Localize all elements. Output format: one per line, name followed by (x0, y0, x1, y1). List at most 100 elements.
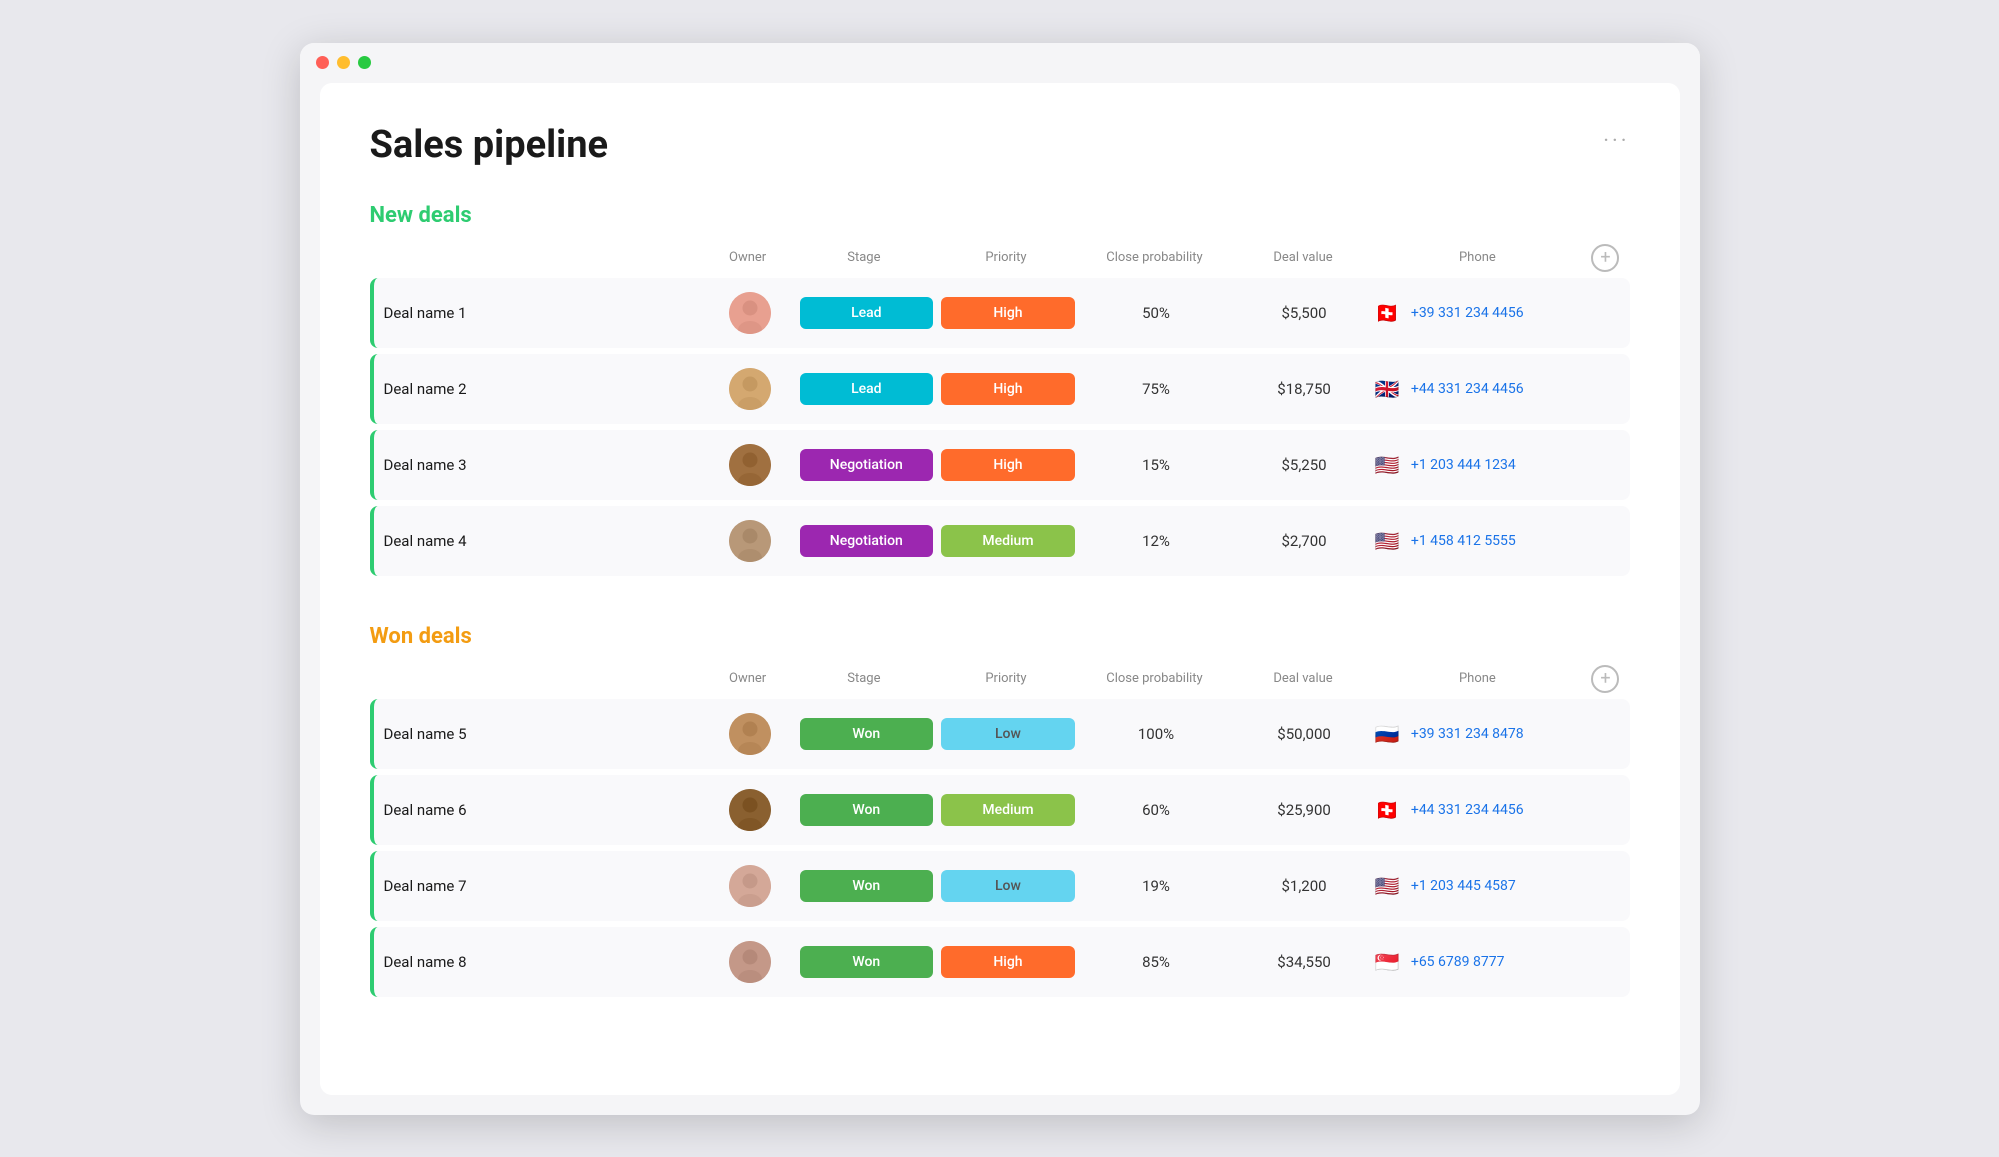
col-phone: Phone (1374, 250, 1581, 265)
close-probability: 50% (1079, 304, 1234, 322)
phone-cell: 🇺🇸 +1 203 445 4587 (1375, 876, 1581, 896)
priority-cell: Medium (937, 794, 1079, 826)
phone-number[interactable]: +1 203 444 1234 (1411, 457, 1516, 473)
won-deals-rows: Deal name 5 Won (370, 699, 1630, 997)
deal-name: Deal name 5 (384, 725, 706, 743)
stage-cell: Negotiation (796, 449, 938, 481)
table-row[interactable]: Deal name 4 Negotiation (370, 506, 1630, 576)
won-deals-columns: Owner Stage Priority Close probability D… (370, 665, 1630, 693)
add-won-deal-button[interactable]: + (1591, 665, 1619, 693)
new-deals-table: Owner Stage Priority Close probability D… (370, 244, 1630, 576)
new-deals-columns: Owner Stage Priority Close probability D… (370, 244, 1630, 272)
avatar-image (729, 520, 771, 562)
avatar (705, 520, 795, 562)
priority-cell: Low (937, 718, 1079, 750)
close-probability: 12% (1079, 532, 1234, 550)
deal-name: Deal name 3 (384, 456, 706, 474)
avatar-image (729, 292, 771, 334)
priority-badge: High (941, 449, 1075, 481)
avatar-image (729, 789, 771, 831)
minimize-button[interactable] (337, 56, 350, 69)
deal-value: $2,700 (1233, 532, 1375, 550)
avatar (705, 368, 795, 410)
deal-name: Deal name 4 (384, 532, 706, 550)
flag-icon: 🇺🇸 (1375, 455, 1403, 475)
phone-number[interactable]: +65 6789 8777 (1411, 954, 1505, 970)
main-content: Sales pipeline ··· New deals Owner Stage… (320, 83, 1680, 1095)
maximize-button[interactable] (358, 56, 371, 69)
deal-name: Deal name 6 (384, 801, 706, 819)
new-deals-title: New deals (370, 203, 472, 228)
stage-cell: Lead (796, 297, 938, 329)
more-options-button[interactable]: ··· (1603, 129, 1629, 154)
table-row[interactable]: Deal name 7 Won (370, 851, 1630, 921)
deal-name: Deal name 1 (384, 304, 706, 322)
priority-badge: High (941, 373, 1075, 405)
titlebar (300, 43, 1700, 83)
flag-icon: 🇨🇭 (1375, 303, 1403, 323)
phone-number[interactable]: +1 458 412 5555 (1411, 533, 1516, 549)
deal-value: $18,750 (1233, 380, 1375, 398)
table-row[interactable]: Deal name 3 Negotiation (370, 430, 1630, 500)
won-deals-section: Won deals Owner Stage Priority Close pro… (370, 624, 1630, 997)
flag-icon: 🇺🇸 (1375, 531, 1403, 551)
col-add: + (1581, 244, 1620, 272)
col-owner: Owner (702, 250, 792, 265)
phone-number[interactable]: +39 331 234 8478 (1411, 726, 1524, 742)
deal-value: $50,000 (1233, 725, 1375, 743)
deal-name: Deal name 8 (384, 953, 706, 971)
stage-badge: Negotiation (800, 449, 934, 481)
flag-icon: 🇺🇸 (1375, 876, 1403, 896)
app-window: Sales pipeline ··· New deals Owner Stage… (300, 43, 1700, 1115)
col-value: Deal value (1232, 250, 1374, 265)
stage-badge: Lead (800, 297, 934, 329)
deal-value: $5,250 (1233, 456, 1375, 474)
stage-cell: Won (796, 946, 938, 978)
stage-cell: Won (796, 870, 938, 902)
phone-cell: 🇸🇬 +65 6789 8777 (1375, 952, 1581, 972)
close-probability: 60% (1079, 801, 1234, 819)
phone-cell: 🇨🇭 +44 331 234 4456 (1375, 800, 1581, 820)
deal-value: $5,500 (1233, 304, 1375, 322)
won-deals-title: Won deals (370, 624, 472, 649)
stage-badge: Won (800, 794, 934, 826)
col-owner: Owner (702, 671, 792, 686)
table-row[interactable]: Deal name 8 Won (370, 927, 1630, 997)
priority-cell: High (937, 946, 1079, 978)
phone-number[interactable]: +44 331 234 4456 (1411, 381, 1524, 397)
phone-number[interactable]: +39 331 234 4456 (1411, 305, 1524, 321)
deal-value: $34,550 (1233, 953, 1375, 971)
stage-badge: Won (800, 946, 934, 978)
flag-icon: 🇷🇺 (1375, 724, 1403, 744)
priority-badge: Medium (941, 525, 1075, 557)
table-row[interactable]: Deal name 5 Won (370, 699, 1630, 769)
table-row[interactable]: Deal name 2 Lead (370, 354, 1630, 424)
phone-cell: 🇺🇸 +1 458 412 5555 (1375, 531, 1581, 551)
avatar (705, 865, 795, 907)
table-row[interactable]: Deal name 1 Lead (370, 278, 1630, 348)
priority-badge: High (941, 946, 1075, 978)
close-button[interactable] (316, 56, 329, 69)
stage-cell: Lead (796, 373, 938, 405)
close-probability: 75% (1079, 380, 1234, 398)
phone-number[interactable]: +44 331 234 4456 (1411, 802, 1524, 818)
won-deals-header: Won deals (370, 624, 1630, 649)
flag-icon: 🇸🇬 (1375, 952, 1403, 972)
stage-badge: Lead (800, 373, 934, 405)
stage-cell: Won (796, 718, 938, 750)
col-add: + (1581, 665, 1620, 693)
table-row[interactable]: Deal name 6 Won (370, 775, 1630, 845)
new-deals-rows: Deal name 1 Lead (370, 278, 1630, 576)
avatar-image (729, 444, 771, 486)
col-priority: Priority (935, 250, 1077, 265)
priority-cell: High (937, 449, 1079, 481)
priority-badge: Low (941, 870, 1075, 902)
deal-name: Deal name 2 (384, 380, 706, 398)
stage-badge: Negotiation (800, 525, 934, 557)
stage-cell: Negotiation (796, 525, 938, 557)
col-value: Deal value (1232, 671, 1374, 686)
stage-badge: Won (800, 870, 934, 902)
col-priority: Priority (935, 671, 1077, 686)
phone-number[interactable]: +1 203 445 4587 (1411, 878, 1516, 894)
add-new-deal-button[interactable]: + (1591, 244, 1619, 272)
